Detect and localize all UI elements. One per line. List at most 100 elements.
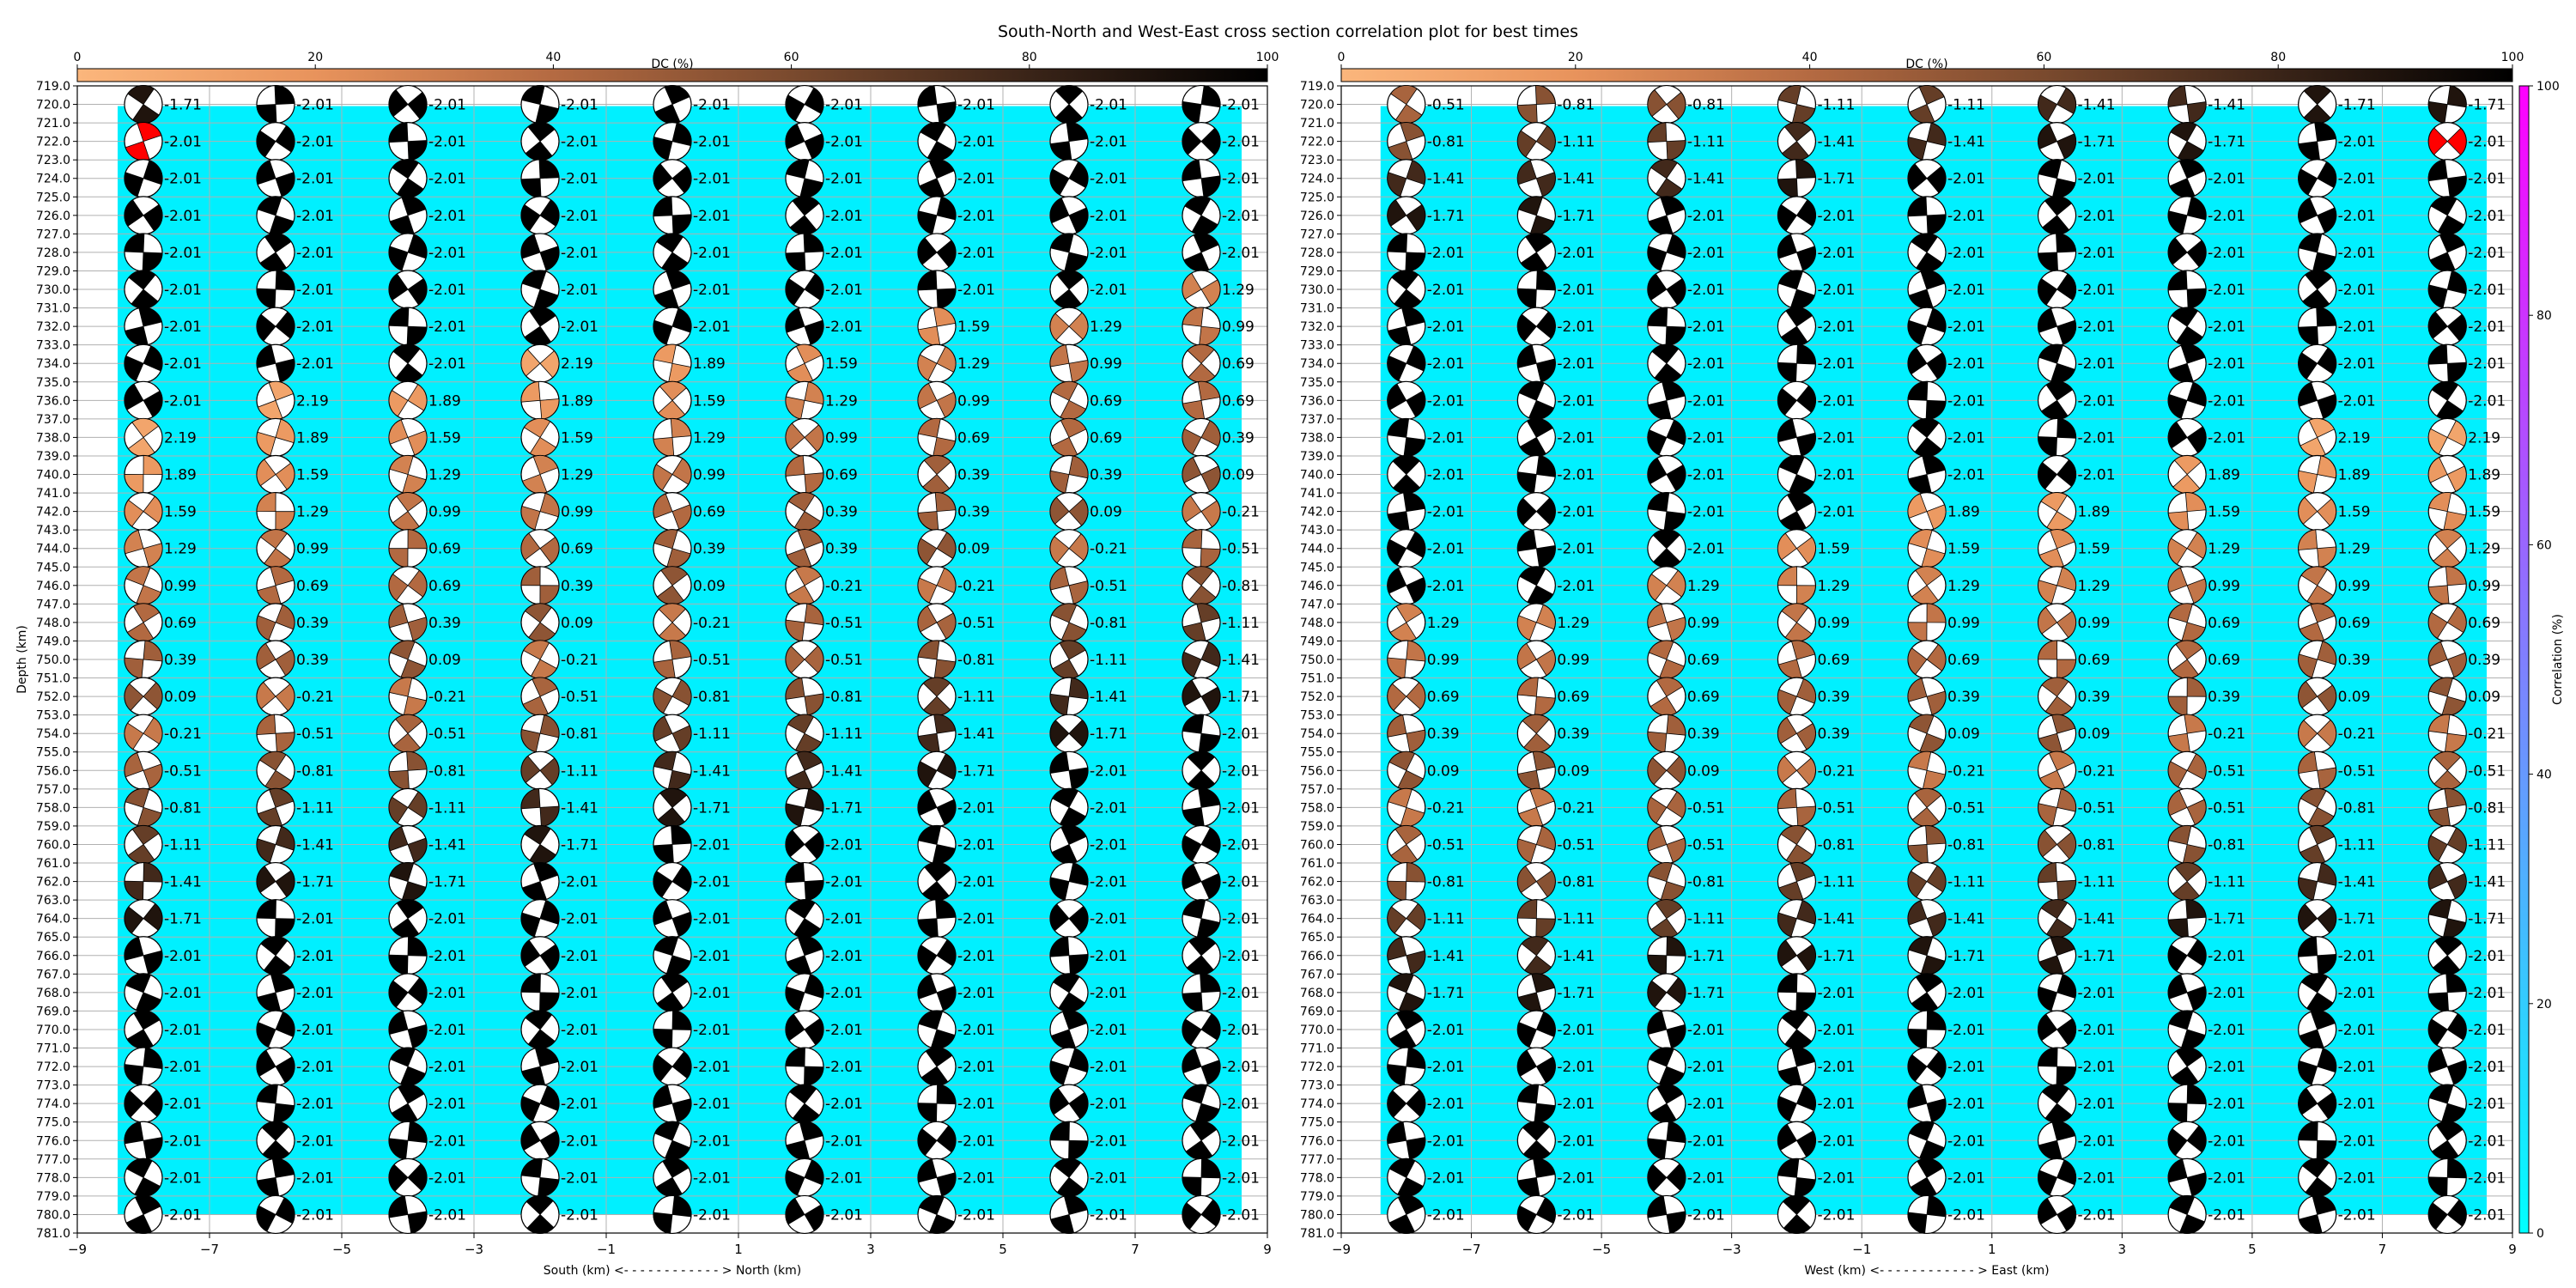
beachball-label: 1.89 [2078,504,2111,521]
beachball-label: -2.01 [957,282,995,299]
beachball-label: -2.01 [164,1096,202,1113]
beachball [1182,307,1221,346]
beachball [1182,603,1221,642]
beachball [388,454,428,495]
beachball [124,1084,163,1123]
beachball-label: -1.71 [1817,948,1855,965]
beachball [917,417,957,458]
cross-section-figure: 719.0 720.0 721.0 722.0 723.0 724.0 725.0 726.0… [15,51,2565,1278]
beachball-label: -2.01 [1090,97,1127,114]
beachball [2037,787,2077,827]
beachball-label: -1.11 [1817,97,1855,114]
beachball [2167,824,2207,865]
dc-colorbar-tick-label: 0 [1338,51,1346,64]
beachball-label: 0.09 [164,689,197,706]
beachball-label: -2.01 [561,245,598,262]
beachball [124,343,163,383]
beachball [124,861,163,902]
beachball [2167,233,2207,272]
beachball [1182,492,1221,532]
beachball [1516,640,1556,679]
beachball [917,84,957,125]
beachball [2167,529,2207,568]
beachball-label: 1.59 [2078,541,2111,558]
y-tick-label: 752.0 [36,690,70,704]
beachball-label: -0.51 [2208,762,2245,780]
beachball [2037,603,2077,642]
beachball-label: -1.71 [2078,948,2116,965]
beachball-label: -2.01 [825,874,863,891]
beachball [1777,380,1817,420]
beachball-label: -2.01 [1687,1059,1725,1076]
beachball-label: 1.59 [561,429,593,447]
beachball-label: -2.01 [428,985,466,1002]
beachball [2427,343,2467,383]
beachball-label: 1.29 [1687,578,1720,595]
beachball [2298,343,2337,383]
beachball [1516,343,1556,383]
beachball-label: -1.71 [164,911,202,928]
beachball-label: -2.01 [693,282,731,299]
beachball-label: -0.51 [561,689,598,706]
beachball [785,603,824,642]
beachball-label: -2.01 [1222,726,1260,743]
beachball [785,307,824,346]
beachball [520,750,560,790]
beachball-label: -2.01 [825,208,863,225]
beachball-label: -2.01 [1817,1022,1855,1039]
beachball-label: -2.01 [1090,1170,1127,1187]
beachball [1516,714,1556,753]
beachball-label: -1.41 [296,836,334,854]
beachball-label: 0.69 [1427,689,1460,706]
beachball-label: 0.39 [957,504,990,521]
beachball [917,529,957,568]
beachball [520,677,560,716]
beachball [520,973,560,1012]
beachball-label: -2.01 [296,245,334,262]
beachball [1049,84,1089,125]
beachball-label: 0.69 [296,578,329,595]
beachball [785,84,824,125]
beachball-label: 0.69 [1090,392,1122,410]
beachball [256,159,295,198]
beachball-label: -2.01 [1687,467,1725,484]
beachball-label: -2.01 [2468,208,2506,225]
beachball [917,343,957,383]
beachball [1647,1121,1686,1160]
beachball [917,1194,957,1235]
beachball [2427,417,2467,458]
beachball [1777,899,1817,939]
beachball [1049,159,1089,198]
beachball [1387,122,1426,161]
beachball-label: -2.01 [2208,948,2245,965]
beachball [1647,677,1686,716]
beachball-label: -2.01 [296,1170,334,1187]
beachball [2427,159,2467,198]
beachball-label: -2.01 [1090,282,1127,299]
beachball-label: -2.01 [561,282,598,299]
beachball-label: -2.01 [2468,1170,2506,1187]
beachball-label: -0.21 [1090,541,1127,558]
beachball [1647,196,1686,235]
beachball-label: 1.29 [2078,578,2111,595]
y-tick-label: 726.0 [36,210,70,223]
beachball-label: 0.69 [164,615,197,632]
beachball [785,122,824,161]
beachball [1516,492,1556,532]
beachball [2167,750,2207,790]
beachball [1647,1157,1686,1197]
beachball [124,417,163,458]
beachball-label: -2.01 [428,171,466,188]
beachball [256,714,295,753]
beachball-label: 1.89 [2208,467,2240,484]
beachball-label: -2.01 [1090,911,1127,928]
beachball-label: 1.89 [561,392,593,410]
beachball-label: -1.41 [1427,171,1465,188]
beachball-label: -2.01 [2338,319,2376,336]
beachball-label: -2.01 [1557,355,1595,373]
beachball [917,1157,957,1197]
x-tick-label: 1 [734,1242,743,1257]
beachball-label: 0.99 [1222,319,1255,336]
beachball [520,1157,560,1197]
beachball-label: -2.01 [957,836,995,854]
